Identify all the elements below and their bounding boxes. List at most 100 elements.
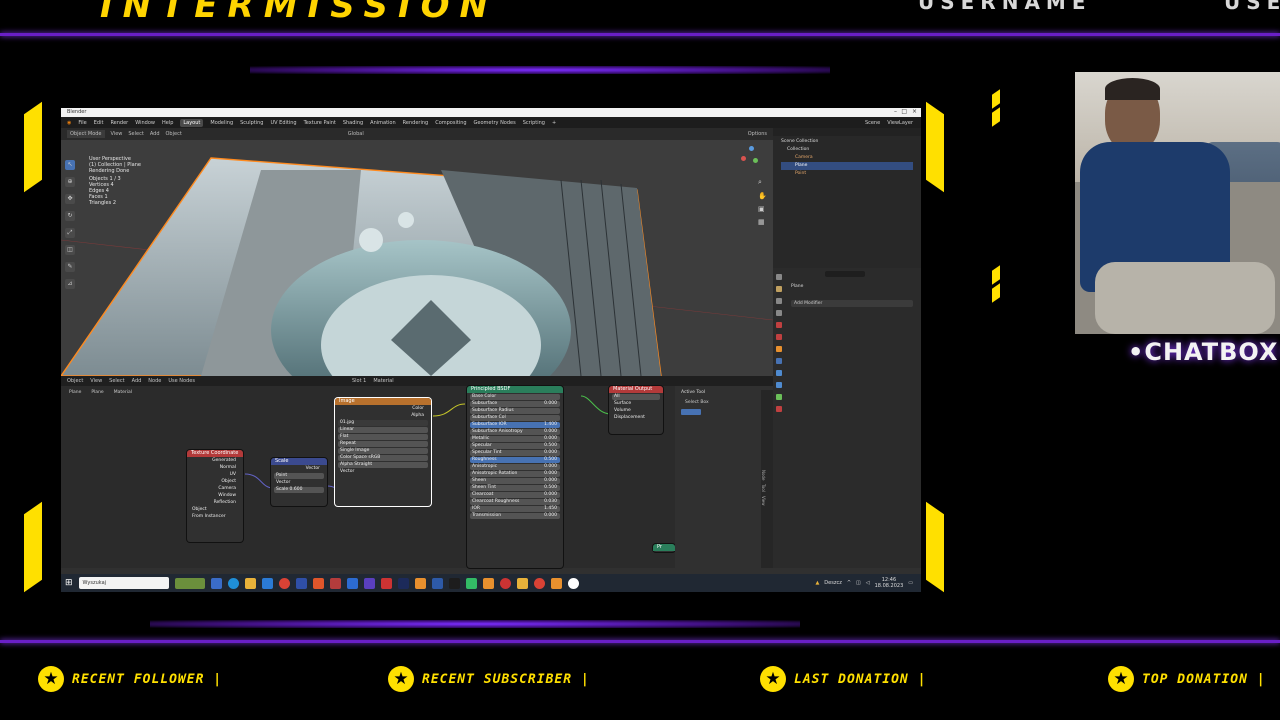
color-space-field[interactable]: Color Space sRGB — [338, 455, 428, 461]
edge-browser-icon[interactable] — [227, 577, 239, 589]
add-modifier-button[interactable]: Add Modifier — [791, 300, 913, 307]
bsdf-input-row[interactable]: Sheen Tint 0.500 — [470, 485, 560, 491]
rotate-tool-icon[interactable]: ↻ — [65, 211, 75, 221]
volume-icon[interactable]: ◁ — [866, 580, 870, 586]
app-icon-5[interactable] — [397, 577, 409, 589]
orientation-selector[interactable]: Global — [348, 131, 364, 137]
principled-bsdf-node[interactable]: Principled BSDF Base Color Subsurface 0.00… — [467, 386, 563, 568]
menu-render[interactable]: Render — [110, 120, 128, 126]
measure-tool-icon[interactable]: ⊿ — [65, 279, 75, 289]
store-icon[interactable] — [261, 577, 273, 589]
tab-node[interactable]: Node — [761, 470, 766, 480]
menu-edit[interactable]: Edit — [94, 120, 104, 126]
bsdf-input-row[interactable]: Clearcoat Roughness 0.030 — [470, 499, 560, 505]
app-icon-6[interactable] — [431, 577, 443, 589]
world-props-icon[interactable] — [776, 334, 782, 340]
annotate-tool-icon[interactable]: ✎ — [65, 262, 75, 272]
menu-window[interactable]: Window — [135, 120, 155, 126]
app-icon-1[interactable] — [312, 577, 324, 589]
tool-props-icon[interactable] — [776, 274, 782, 280]
bsdf-input-row[interactable]: Metallic 0.000 — [470, 436, 560, 442]
window-titlebar[interactable]: Blender – □ × — [61, 108, 921, 117]
viewport-menu-object[interactable]: Object — [166, 131, 182, 137]
outliner-item-point[interactable]: Point — [781, 170, 913, 178]
close-icon[interactable]: × — [912, 108, 917, 115]
folder-icon[interactable] — [516, 577, 528, 589]
file-explorer-icon[interactable] — [244, 577, 256, 589]
blender-icon-2[interactable] — [550, 577, 562, 589]
navigation-gizmo[interactable] — [741, 146, 759, 164]
bsdf-input-row[interactable]: Subsurface Col — [470, 415, 560, 421]
view-layer-props-icon[interactable] — [776, 310, 782, 316]
material-props-icon[interactable] — [776, 406, 782, 412]
options-dropdown[interactable]: Options — [748, 131, 767, 137]
tab-view[interactable]: View — [761, 496, 766, 506]
tab-geometry-nodes[interactable]: Geometry Nodes — [474, 120, 516, 126]
output-props-icon[interactable] — [776, 298, 782, 304]
physics-props-icon[interactable] — [776, 382, 782, 388]
image-file-field[interactable]: 01.jpg — [338, 420, 428, 426]
windows-start-icon[interactable]: ⊞ — [65, 578, 73, 588]
bsdf-input-row[interactable]: Base Color — [470, 394, 560, 400]
bsdf-input-row[interactable]: Subsurface Radius — [470, 408, 560, 414]
image-texture-node[interactable]: Image Color Alpha 01.jpg Linear Flat Rep… — [335, 398, 431, 506]
blender-logo-icon[interactable]: ◉ — [67, 120, 71, 126]
weather-icon[interactable]: ▲ — [815, 580, 819, 586]
viewport-menu-add[interactable]: Add — [150, 131, 160, 137]
tab-modeling[interactable]: Modeling — [210, 120, 233, 126]
properties-search-input[interactable] — [825, 271, 865, 277]
viewport-menu-view[interactable]: View — [111, 131, 123, 137]
menu-help[interactable]: Help — [162, 120, 173, 126]
particles-props-icon[interactable] — [776, 370, 782, 376]
add-workspace-icon[interactable]: + — [552, 120, 556, 126]
object-props-icon[interactable] — [776, 346, 782, 352]
photoshop-icon[interactable] — [295, 577, 307, 589]
bsdf-input-row[interactable]: Sheen 0.000 — [470, 478, 560, 484]
grid-toggle-icon[interactable]: ▦ — [758, 218, 767, 226]
tab-tool[interactable]: Tool — [761, 484, 766, 492]
bsdf-input-row[interactable]: Clearcoat 0.000 — [470, 492, 560, 498]
data-props-icon[interactable] — [776, 394, 782, 400]
mode-selector[interactable]: Object Mode — [67, 130, 105, 138]
bsdf-input-row[interactable]: Transmission 0.000 — [470, 513, 560, 519]
chrome-icon[interactable] — [278, 577, 290, 589]
tray-chevron-icon[interactable]: ^ — [847, 580, 851, 586]
app-icon-9[interactable] — [482, 577, 494, 589]
clock[interactable]: 12:46 18.08.2023 — [875, 577, 904, 589]
cursor-tool-icon[interactable]: ⊕ — [65, 177, 75, 187]
tab-layout[interactable]: Layout — [180, 118, 204, 127]
bsdf-input-row[interactable]: Subsurface Anisotropy 0.000 — [470, 429, 560, 435]
bsdf-input-row[interactable]: Specular 0.500 — [470, 443, 560, 449]
bsdf-input-row[interactable]: Roughness 0.500 — [470, 457, 560, 463]
scale-tool-icon[interactable]: ⤢ — [65, 228, 75, 238]
tab-uv-editing[interactable]: UV Editing — [270, 120, 296, 126]
bsdf-input-row[interactable]: Subsurface 0.000 — [470, 401, 560, 407]
chrome-icon-2[interactable] — [533, 577, 545, 589]
scale-field[interactable]: Scale 0.600 — [274, 487, 324, 493]
tab-texture-paint[interactable]: Texture Paint — [304, 120, 336, 126]
obs-icon[interactable] — [499, 577, 511, 589]
maximize-icon[interactable]: □ — [901, 108, 907, 115]
shader-node-editor[interactable]: Object View Select Add Node Use Nodes Sl… — [61, 376, 773, 568]
bsdf-input-row[interactable]: Subsurface IOR 1.400 — [470, 422, 560, 428]
camera-view-icon[interactable]: ▣ — [758, 205, 767, 213]
outliner-item-plane[interactable]: Plane — [781, 162, 913, 170]
tab-sculpting[interactable]: Sculpting — [240, 120, 263, 126]
alpha-mode-field[interactable]: Alpha Straight — [338, 462, 428, 468]
tab-shading[interactable]: Shading — [343, 120, 363, 126]
tab-scripting[interactable]: Scripting — [523, 120, 545, 126]
bsdf-input-row[interactable]: Anisotropic Rotation 0.000 — [470, 471, 560, 477]
app-icon-7[interactable] — [448, 577, 460, 589]
network-icon[interactable]: ◫ — [856, 580, 861, 586]
pan-hand-icon[interactable]: ✋ — [758, 192, 767, 200]
scene-props-icon[interactable] — [776, 322, 782, 328]
zoom-icon[interactable]: ⌕ — [758, 178, 767, 187]
media-player-icon[interactable] — [567, 577, 579, 589]
render-props-icon[interactable] — [776, 286, 782, 292]
menu-file[interactable]: File — [78, 120, 86, 126]
app-icon-4[interactable] — [380, 577, 392, 589]
material-output-node[interactable]: Material Output All Surface Volume Displ… — [609, 386, 663, 434]
viewlayer-selector[interactable]: ViewLayer — [887, 120, 913, 126]
bsdf-input-row[interactable]: IOR 1.450 — [470, 506, 560, 512]
collapsed-node[interactable]: Pr — [653, 544, 675, 552]
